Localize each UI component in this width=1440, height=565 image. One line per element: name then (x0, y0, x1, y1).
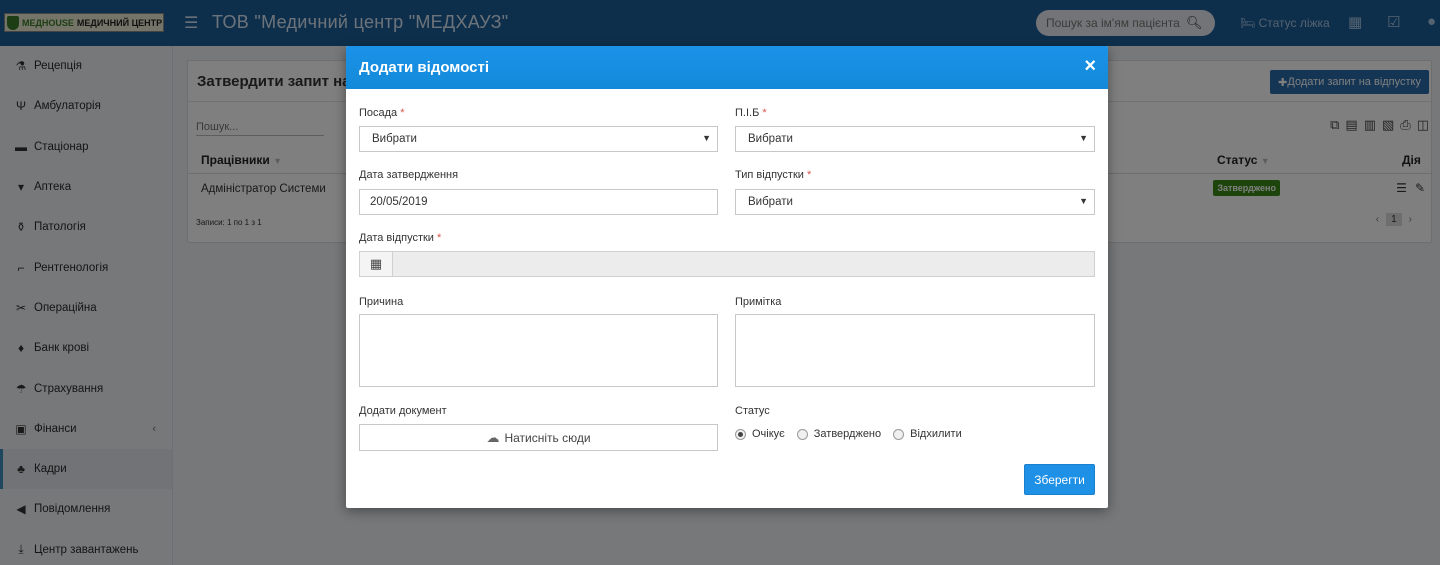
reason-label: Причина (359, 296, 404, 308)
save-button[interactable]: Зберегти (1024, 464, 1095, 495)
add-document-label: Додати документ (359, 405, 447, 417)
caret-down-icon: ▼ (1079, 196, 1088, 206)
radio-button[interactable] (893, 428, 905, 440)
note-textarea[interactable] (735, 314, 1095, 387)
radio-button[interactable] (796, 428, 808, 440)
status-radio-rejected[interactable]: Відхилити (893, 428, 962, 440)
add-details-modal: Додати відомості × Посада * Вибрати ▼ П.… (346, 46, 1108, 508)
leave-date-label: Дата відпустки * (359, 232, 442, 244)
radio-button[interactable] (735, 428, 746, 440)
position-select[interactable]: Вибрати ▼ (359, 126, 718, 152)
leave-date-input[interactable] (394, 252, 1094, 276)
status-radio-pending[interactable]: Очікує (735, 428, 785, 440)
leave-date-range: ▦ (359, 251, 1095, 277)
leave-type-select[interactable]: Вибрати ▼ (735, 189, 1095, 215)
status-radio-approved[interactable]: Затверджено (796, 428, 881, 440)
status-radio-group: Очікує Затверджено Відхилити (735, 428, 974, 440)
upload-document-button[interactable]: ☁ Натисніть сюди (359, 424, 718, 451)
caret-down-icon: ▼ (702, 133, 711, 143)
full-name-select[interactable]: Вибрати ▼ (735, 126, 1095, 152)
caret-down-icon: ▼ (1079, 133, 1088, 143)
approval-date-input[interactable] (359, 189, 718, 215)
reason-textarea[interactable] (359, 314, 718, 387)
close-icon[interactable]: × (1084, 55, 1096, 78)
status-label: Статус (735, 405, 770, 417)
approval-date-label: Дата затвердження (359, 169, 459, 181)
calendar-icon[interactable]: ▦ (360, 252, 393, 276)
modal-header: Додати відомості × (346, 46, 1108, 89)
cloud-upload-icon: ☁ (486, 429, 500, 445)
leave-type-label: Тип відпустки * (735, 169, 812, 181)
modal-title: Додати відомості (359, 59, 490, 76)
note-label: Примітка (735, 296, 782, 308)
position-label: Посада * (359, 107, 405, 119)
full-name-label: П.І.Б * (735, 107, 767, 119)
